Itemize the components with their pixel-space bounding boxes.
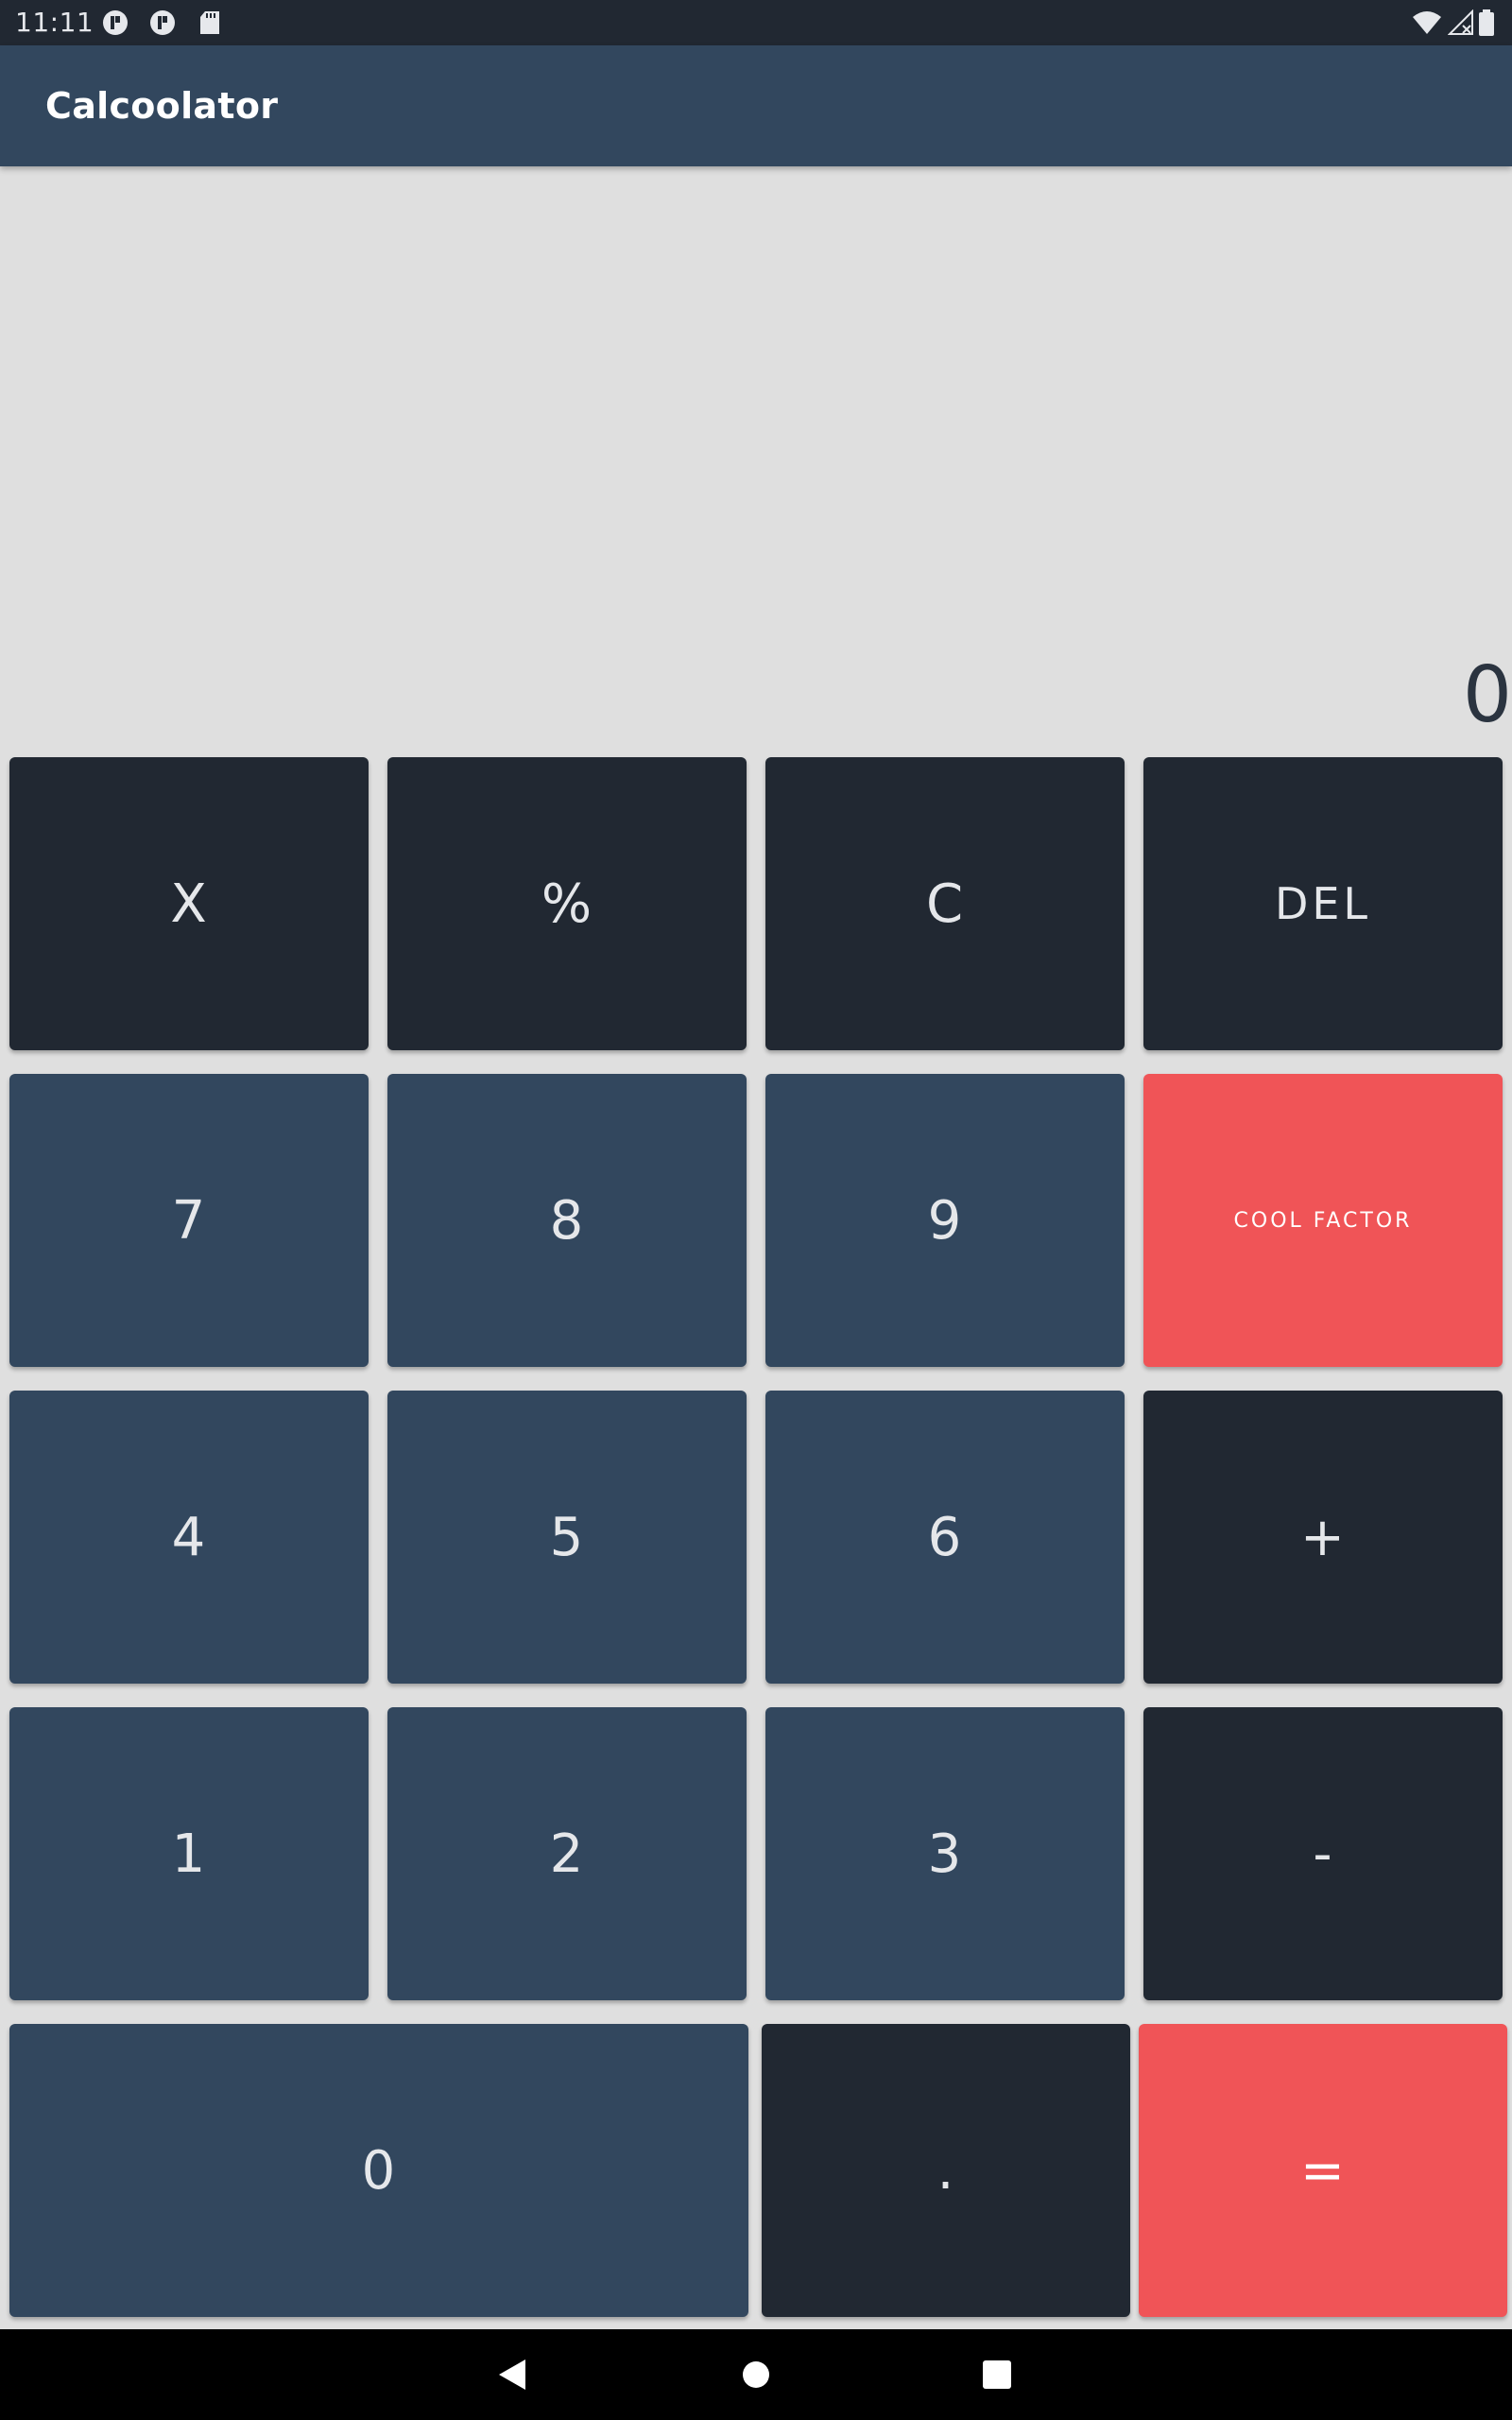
plus-button[interactable]: + [1143,1391,1503,1684]
app-bar: Calcoolator [0,45,1512,166]
digit-4-button[interactable]: 4 [9,1391,369,1684]
digit-3-button[interactable]: 3 [765,1707,1125,2000]
digit-1-button[interactable]: 1 [9,1707,369,2000]
equals-button[interactable]: = [1139,2024,1507,2317]
digit-8-button[interactable]: 8 [387,1074,747,1367]
sd-card-icon [200,11,219,34]
digit-6-button[interactable]: 6 [765,1391,1125,1684]
back-icon[interactable] [490,2352,535,2397]
digit-9-button[interactable]: 9 [765,1074,1125,1367]
recents-icon[interactable] [974,2352,1020,2397]
multiply-button[interactable]: X [9,757,369,1050]
status-time: 11:11 [15,7,94,38]
decimal-button[interactable]: . [762,2024,1130,2317]
wifi-icon [1413,11,1441,34]
delete-button[interactable]: DEL [1143,757,1503,1050]
status-bar: 11:11 [0,0,1512,45]
home-icon[interactable] [733,2352,779,2397]
display-value: 0 [1462,650,1512,740]
navigation-bar [0,2329,1512,2420]
digit-7-button[interactable]: 7 [9,1074,369,1367]
digit-5-button[interactable]: 5 [387,1391,747,1684]
notification-app-icon [150,10,175,35]
digit-2-button[interactable]: 2 [387,1707,747,2000]
calculator-display: 0 [0,166,1512,752]
percent-button[interactable]: % [387,757,747,1050]
minus-button[interactable]: - [1143,1707,1503,2000]
app-title: Calcoolator [45,85,279,127]
cool-factor-button[interactable]: COOL FACTOR [1143,1074,1503,1367]
battery-icon [1479,9,1494,36]
signal-icon [1448,9,1473,35]
digit-0-button[interactable]: 0 [9,2024,748,2317]
clear-button[interactable]: C [765,757,1125,1050]
notification-app-icon [103,10,128,35]
